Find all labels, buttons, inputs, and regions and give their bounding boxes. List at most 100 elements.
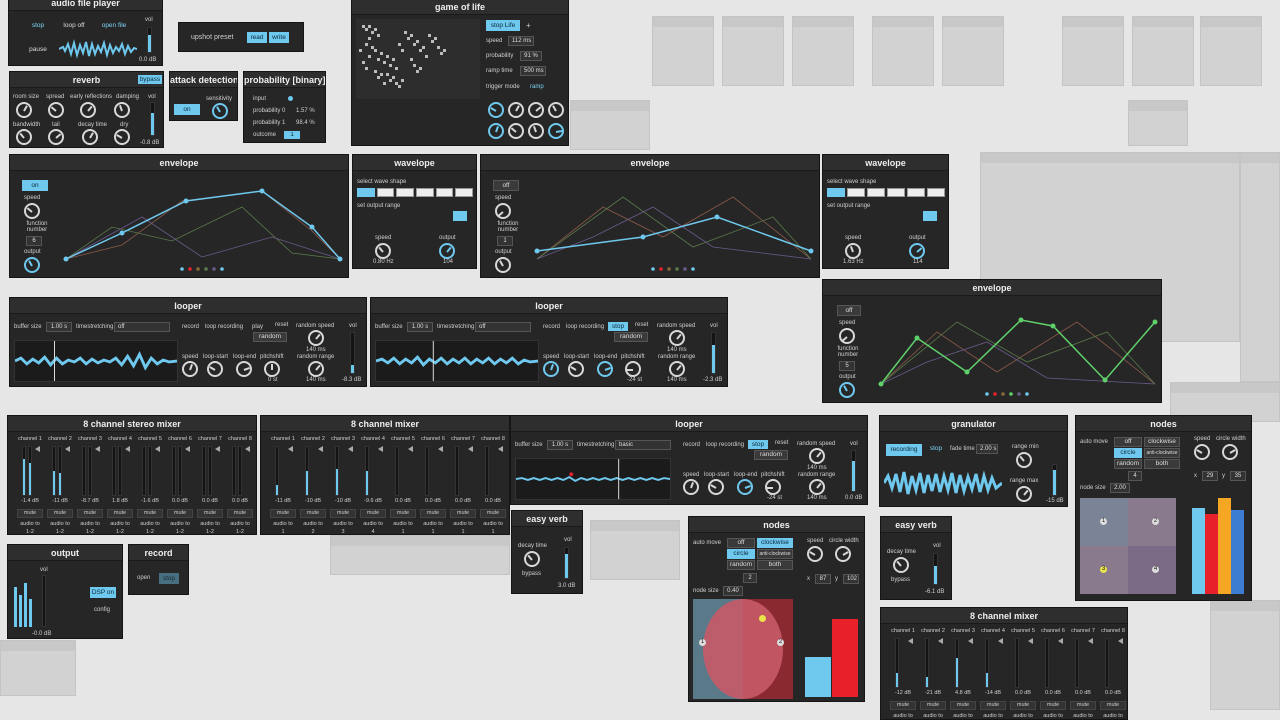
- channel-mute-button[interactable]: mute: [450, 509, 476, 518]
- speed-knob[interactable]: [375, 243, 391, 259]
- both-button[interactable]: both: [1144, 459, 1180, 469]
- buffer-size-field[interactable]: 1.00 s: [547, 440, 573, 450]
- channel-mute-button[interactable]: mute: [137, 509, 163, 518]
- channel-route-dropdown[interactable]: 1-2: [46, 529, 74, 534]
- channel-route-dropdown[interactable]: 1: [479, 529, 507, 534]
- channel-mute-button[interactable]: mute: [227, 509, 253, 518]
- nodes-canvas[interactable]: 1 2: [693, 599, 793, 699]
- random-button[interactable]: random: [1114, 459, 1142, 469]
- output-range-slider[interactable]: [453, 211, 467, 221]
- random-range-knob[interactable]: [308, 361, 324, 377]
- pan-indicator-icon[interactable]: [998, 638, 1003, 644]
- channel-fader-right[interactable]: [28, 446, 32, 496]
- attack-on-button[interactable]: on: [174, 104, 200, 115]
- wave-shape-selector[interactable]: [827, 188, 945, 197]
- nodes-canvas[interactable]: 1 2 3 4: [1080, 498, 1176, 594]
- pan-indicator-icon[interactable]: [185, 446, 190, 452]
- record-stop-button[interactable]: stop: [159, 573, 179, 584]
- stop-button[interactable]: stop: [608, 322, 628, 331]
- pan-indicator-icon[interactable]: [95, 446, 100, 452]
- channel-mute-button[interactable]: mute: [17, 509, 43, 518]
- pan-indicator-icon[interactable]: [468, 446, 473, 452]
- bypass-button[interactable]: bypass: [891, 577, 910, 583]
- wave-shape-sine[interactable]: [357, 188, 375, 197]
- early-reflections-knob[interactable]: [80, 102, 96, 118]
- channel-fader[interactable]: [202, 446, 206, 496]
- anti-clockwise-button[interactable]: anti-clockwise: [1144, 448, 1180, 458]
- range-min-knob[interactable]: [1016, 452, 1032, 468]
- channel-fader-right[interactable]: [118, 446, 122, 496]
- loop-end-knob[interactable]: [236, 361, 252, 377]
- channel-mute-button[interactable]: mute: [920, 701, 946, 710]
- channel-fader[interactable]: [335, 446, 339, 496]
- pan-indicator-icon[interactable]: [155, 446, 160, 452]
- damping-knob[interactable]: [114, 102, 130, 118]
- speed-knob[interactable]: [1194, 444, 1210, 460]
- output-knob[interactable]: [439, 243, 455, 259]
- channel-route-dropdown[interactable]: 1-2: [16, 529, 44, 534]
- wave-shape-random[interactable]: [927, 188, 945, 197]
- open-file-button[interactable]: open file: [97, 21, 131, 32]
- loop-end-knob[interactable]: [737, 479, 753, 495]
- pan-indicator-icon[interactable]: [1118, 638, 1123, 644]
- wave-shape-square[interactable]: [396, 188, 415, 197]
- output-knob[interactable]: [24, 257, 40, 273]
- envelope-off-toggle[interactable]: off: [837, 305, 861, 316]
- room-size-knob[interactable]: [16, 102, 32, 118]
- output-range-slider[interactable]: [923, 211, 937, 221]
- random-button[interactable]: random: [727, 560, 755, 570]
- wave-shape-triangle[interactable]: [435, 188, 454, 197]
- channel-mute-button[interactable]: mute: [197, 509, 223, 518]
- speed-field[interactable]: 112 ms: [508, 36, 534, 46]
- open-button[interactable]: open: [137, 575, 150, 581]
- random-button[interactable]: random: [253, 332, 287, 342]
- channel-fader-right[interactable]: [178, 446, 182, 496]
- loop-recording-label[interactable]: loop recording: [566, 324, 604, 330]
- life-knob-1[interactable]: [488, 102, 504, 118]
- random-speed-knob[interactable]: [809, 448, 825, 464]
- life-knob-5[interactable]: [488, 123, 504, 139]
- channel-fader-right[interactable]: [58, 446, 62, 496]
- channel-fader-right[interactable]: [88, 446, 92, 496]
- life-knob-3[interactable]: [528, 102, 544, 118]
- channel-mute-button[interactable]: mute: [107, 509, 133, 518]
- node-size-field[interactable]: 2.00: [1110, 483, 1130, 493]
- y-field[interactable]: 102: [843, 574, 859, 584]
- random-range-knob[interactable]: [809, 479, 825, 495]
- envelope-off-toggle[interactable]: off: [493, 180, 519, 191]
- life-knob-6[interactable]: [508, 123, 524, 139]
- random-speed-knob[interactable]: [669, 330, 685, 346]
- channel-fader[interactable]: [955, 638, 959, 688]
- x-field[interactable]: 29: [1202, 471, 1218, 481]
- loop-start-knob[interactable]: [708, 479, 724, 495]
- pitchshift-knob[interactable]: [765, 479, 781, 495]
- circle-button[interactable]: circle: [1114, 448, 1142, 458]
- buffer-size-field[interactable]: 1.00 s: [407, 322, 433, 332]
- channel-route-dropdown[interactable]: 1-2: [166, 529, 194, 534]
- pause-button[interactable]: pause: [23, 45, 53, 56]
- wave-shape-selector[interactable]: [357, 188, 474, 197]
- wave-shape-ramp[interactable]: [376, 188, 395, 197]
- circle-button[interactable]: circle: [727, 549, 755, 559]
- read-button[interactable]: read: [247, 32, 267, 43]
- wave-shape-sine[interactable]: [827, 188, 845, 197]
- pan-indicator-icon[interactable]: [245, 446, 250, 452]
- decay-time-knob[interactable]: [893, 557, 909, 573]
- speed-knob[interactable]: [839, 328, 855, 344]
- channel-route-dropdown[interactable]: 1-2: [76, 529, 104, 534]
- stop-button[interactable]: stop: [23, 21, 53, 32]
- channel-mute-button[interactable]: mute: [270, 509, 296, 518]
- play-button[interactable]: play: [252, 324, 263, 330]
- channel-fader[interactable]: [1105, 638, 1109, 688]
- output-knob[interactable]: [839, 382, 855, 398]
- loop-off-button[interactable]: loop off: [59, 21, 89, 32]
- pan-indicator-icon[interactable]: [408, 446, 413, 452]
- circle-width-knob[interactable]: [835, 546, 851, 562]
- granulator-waveform[interactable]: [884, 464, 1002, 502]
- speed-knob[interactable]: [495, 203, 511, 219]
- stop-button[interactable]: stop: [748, 440, 768, 449]
- envelope-graph[interactable]: [533, 177, 815, 273]
- channel-fader[interactable]: [985, 638, 989, 688]
- node-3[interactable]: 3: [1100, 566, 1107, 573]
- channel-mute-button[interactable]: mute: [1040, 701, 1066, 710]
